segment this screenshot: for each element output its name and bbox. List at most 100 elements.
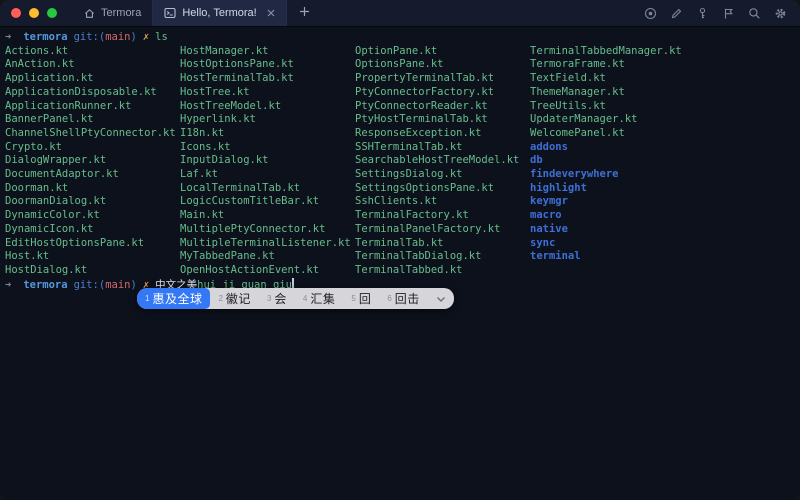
ime-candidate[interactable]: 4 汇集 bbox=[295, 288, 343, 309]
window-controls bbox=[0, 0, 73, 26]
git-label: git:( bbox=[73, 278, 106, 291]
tab-termora-home[interactable]: Termora bbox=[73, 0, 154, 26]
record-icon[interactable] bbox=[644, 7, 657, 20]
file-item: Host.kt bbox=[5, 250, 50, 263]
tab-label: Termora bbox=[101, 7, 142, 19]
file-item: Actions.kt bbox=[5, 44, 69, 57]
ime-candidate-text: 会 bbox=[274, 292, 287, 306]
directory-item: keymgr bbox=[530, 195, 568, 208]
git-branch: main bbox=[105, 31, 131, 43]
file-item: ResponseException.kt bbox=[355, 126, 482, 139]
file-item: TerminalTabDialog.kt bbox=[355, 250, 482, 263]
edit-icon[interactable] bbox=[670, 7, 683, 20]
directory-item: highlight bbox=[530, 181, 587, 194]
file-item: TermoraFrame.kt bbox=[530, 58, 625, 71]
file-item: MultipleTerminalListener.kt bbox=[180, 236, 351, 249]
file-item: DialogWrapper.kt bbox=[5, 154, 107, 167]
plus-icon bbox=[299, 4, 310, 22]
prompt-line-ls: ➜ termora git:(main) ✗ ls bbox=[5, 31, 800, 45]
file-item: DocumentAdaptor.kt bbox=[5, 168, 119, 181]
ime-candidate[interactable]: 1 惠及全球 bbox=[137, 288, 211, 309]
file-grid: Actions.kt AnAction.kt Application.kt Appli… bbox=[5, 45, 800, 278]
ime-candidate[interactable]: 2 徽记 bbox=[210, 288, 258, 309]
ime-candidate-index: 6 bbox=[387, 294, 392, 303]
directory-item: addons bbox=[530, 140, 568, 153]
file-item: OpenHostActionEvent.kt bbox=[180, 263, 320, 276]
file-item: DoormanDialog.kt bbox=[5, 195, 107, 208]
ime-candidate[interactable]: 3会 bbox=[259, 288, 295, 309]
ime-candidate-index: 1 bbox=[145, 294, 150, 303]
ime-candidate-window: 1 惠及全球 2 徽记 3 会 4 汇集 5 回 6 回击 bbox=[137, 288, 454, 309]
prompt-arrow: ➜ bbox=[5, 278, 12, 291]
file-column: TerminalTabbedManager.kt TermoraFrame.kt T… bbox=[530, 45, 705, 278]
file-item: UpdaterManager.kt bbox=[530, 113, 638, 126]
close-tab-icon[interactable] bbox=[267, 9, 275, 17]
home-icon bbox=[84, 8, 95, 19]
file-item: SSHTerminalTab.kt bbox=[355, 140, 463, 153]
file-item: TerminalTabbedManager.kt bbox=[530, 44, 682, 57]
ime-candidate-text: 徽记 bbox=[225, 292, 251, 306]
tab-hello-termora[interactable]: Hello, Termora! bbox=[153, 0, 287, 26]
file-item: WelcomePanel.kt bbox=[530, 126, 625, 139]
file-item: MyTabbedPane.kt bbox=[180, 250, 275, 263]
file-item: PtyConnectorFactory.kt bbox=[355, 85, 495, 98]
zoom-window-button[interactable] bbox=[47, 8, 57, 18]
ime-candidate[interactable]: 6 回击 bbox=[379, 288, 427, 309]
terminal-icon bbox=[164, 7, 176, 19]
file-item: Main.kt bbox=[180, 209, 225, 222]
file-item: DynamicColor.kt bbox=[5, 209, 100, 222]
file-item: PropertyTerminalTab.kt bbox=[355, 72, 495, 85]
file-item: SettingsOptionsPane.kt bbox=[355, 181, 495, 194]
file-item: DynamicIcon.kt bbox=[5, 222, 94, 235]
file-item: Icons.kt bbox=[180, 140, 231, 153]
file-item: TerminalFactory.kt bbox=[355, 209, 469, 222]
file-item: SshClients.kt bbox=[355, 195, 438, 208]
file-item: AnAction.kt bbox=[5, 58, 75, 71]
file-item: LogicCustomTitleBar.kt bbox=[180, 195, 320, 208]
ime-candidate-list: 1 惠及全球 2 徽记 3 会 4 汇集 5 回 6 回击 bbox=[137, 288, 428, 309]
file-item: InputDialog.kt bbox=[180, 154, 269, 167]
termora-window: Termora Hello, Termora! ➜ termora git:(m… bbox=[0, 0, 800, 500]
git-dirty-mark: ✗ bbox=[142, 31, 150, 43]
file-item: HostDialog.kt bbox=[5, 263, 88, 276]
file-item: ApplicationDisposable.kt bbox=[5, 85, 157, 98]
file-item: HostManager.kt bbox=[180, 44, 269, 57]
ime-candidate-text: 回 bbox=[358, 292, 372, 306]
toolbar bbox=[644, 0, 800, 26]
git-label: git:( bbox=[73, 31, 106, 43]
file-column: OptionPane.kt OptionsPane.kt PropertyTermi… bbox=[355, 45, 530, 278]
directory-item: db bbox=[530, 154, 543, 167]
ime-candidate-text: 回击 bbox=[394, 292, 420, 306]
file-item: TerminalPanelFactory.kt bbox=[355, 222, 501, 235]
tab-label: Hello, Termora! bbox=[182, 7, 257, 19]
ime-candidate[interactable]: 5回 bbox=[343, 288, 379, 309]
prompt-arrow: ➜ bbox=[5, 31, 12, 43]
directory-item: macro bbox=[530, 209, 562, 222]
ime-expand-button[interactable] bbox=[428, 288, 454, 309]
file-item: HostOptionsPane.kt bbox=[180, 58, 294, 71]
ime-candidate-text: 惠及全球 bbox=[152, 292, 203, 306]
key-icon[interactable] bbox=[696, 7, 709, 20]
command-text: ls bbox=[155, 31, 168, 43]
flag-icon[interactable] bbox=[722, 7, 735, 20]
file-item: TerminalTab.kt bbox=[355, 236, 444, 249]
prompt-directory: termora bbox=[23, 31, 68, 43]
minimize-window-button[interactable] bbox=[29, 8, 39, 18]
close-window-button[interactable] bbox=[11, 8, 21, 18]
file-item: EditHostOptionsPane.kt bbox=[5, 236, 145, 249]
directory-item: findeverywhere bbox=[530, 168, 619, 181]
file-item: TextField.kt bbox=[530, 72, 606, 85]
new-tab-button[interactable] bbox=[287, 0, 322, 26]
ime-candidate-index: 2 bbox=[218, 294, 223, 303]
file-item: OptionPane.kt bbox=[355, 44, 438, 57]
ime-candidate-text: 汇集 bbox=[310, 292, 336, 306]
search-icon[interactable] bbox=[748, 7, 761, 20]
file-item: SearchableHostTreeModel.kt bbox=[355, 154, 520, 167]
file-item: Laf.kt bbox=[180, 168, 218, 181]
file-item: Doorman.kt bbox=[5, 181, 69, 194]
terminal-screen[interactable]: ➜ termora git:(main) ✗ ls Actions.kt AnAction… bbox=[0, 27, 800, 292]
file-item: Crypto.kt bbox=[5, 140, 62, 153]
settings-icon[interactable] bbox=[774, 7, 787, 20]
file-item: LocalTerminalTab.kt bbox=[180, 181, 301, 194]
directory-item: native bbox=[530, 222, 568, 235]
